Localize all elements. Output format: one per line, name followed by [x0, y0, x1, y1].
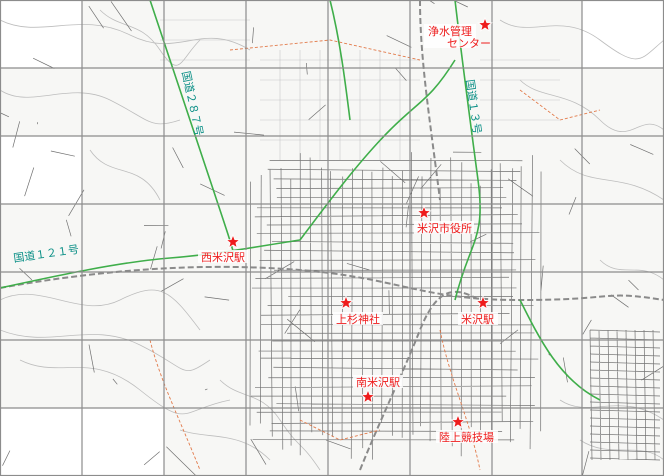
- landmark-city-hall[interactable]: 米沢市役所: [414, 204, 474, 235]
- star-marker-icon: [477, 16, 493, 32]
- landmark-uesugi-shrine[interactable]: 上杉神社: [333, 294, 383, 326]
- field-lines: [160, 19, 560, 160]
- railway-lines: [0, 0, 664, 471]
- road-label-route-13: 国道１３号: [463, 78, 485, 134]
- landmark-label: 米沢市役所: [417, 221, 472, 235]
- landmark-label: 陸上競技場: [439, 430, 494, 444]
- landmark-label-line2: センター: [447, 37, 491, 50]
- star-marker-icon: [450, 413, 466, 429]
- landmark-label: 南米沢駅: [356, 375, 400, 389]
- landmark-label-line1: 浄水管理: [428, 24, 472, 38]
- road-label-route-287: 国道２８７号: [179, 70, 206, 137]
- landmark-label: 上杉神社: [336, 312, 380, 326]
- landmark-minami-yonezawa[interactable]: 南米沢駅: [353, 375, 403, 404]
- landmark-label: 米沢駅: [461, 312, 494, 326]
- blank-tiles: [0, 0, 664, 476]
- map-grid: [0, 0, 664, 476]
- contour-lines: [0, 9, 664, 471]
- road-labels: 国道２８７号 国道１３号 国道１２１号: [12, 70, 484, 265]
- star-marker-icon: [338, 294, 354, 310]
- landmark-label: 西米沢駅: [201, 250, 245, 264]
- landmark-stadium[interactable]: 陸上競技場: [436, 413, 498, 444]
- street-network: [0, 0, 664, 476]
- road-label-route-121: 国道１２１号: [12, 242, 79, 265]
- city-map[interactable]: 国道２８７号 国道１３号 国道１２１号 浄水管理 センター 米沢市役所 西米沢駅…: [0, 0, 664, 476]
- map-canvas: 国道２８７号 国道１３号 国道１２１号 浄水管理 センター 米沢市役所 西米沢駅…: [0, 0, 664, 476]
